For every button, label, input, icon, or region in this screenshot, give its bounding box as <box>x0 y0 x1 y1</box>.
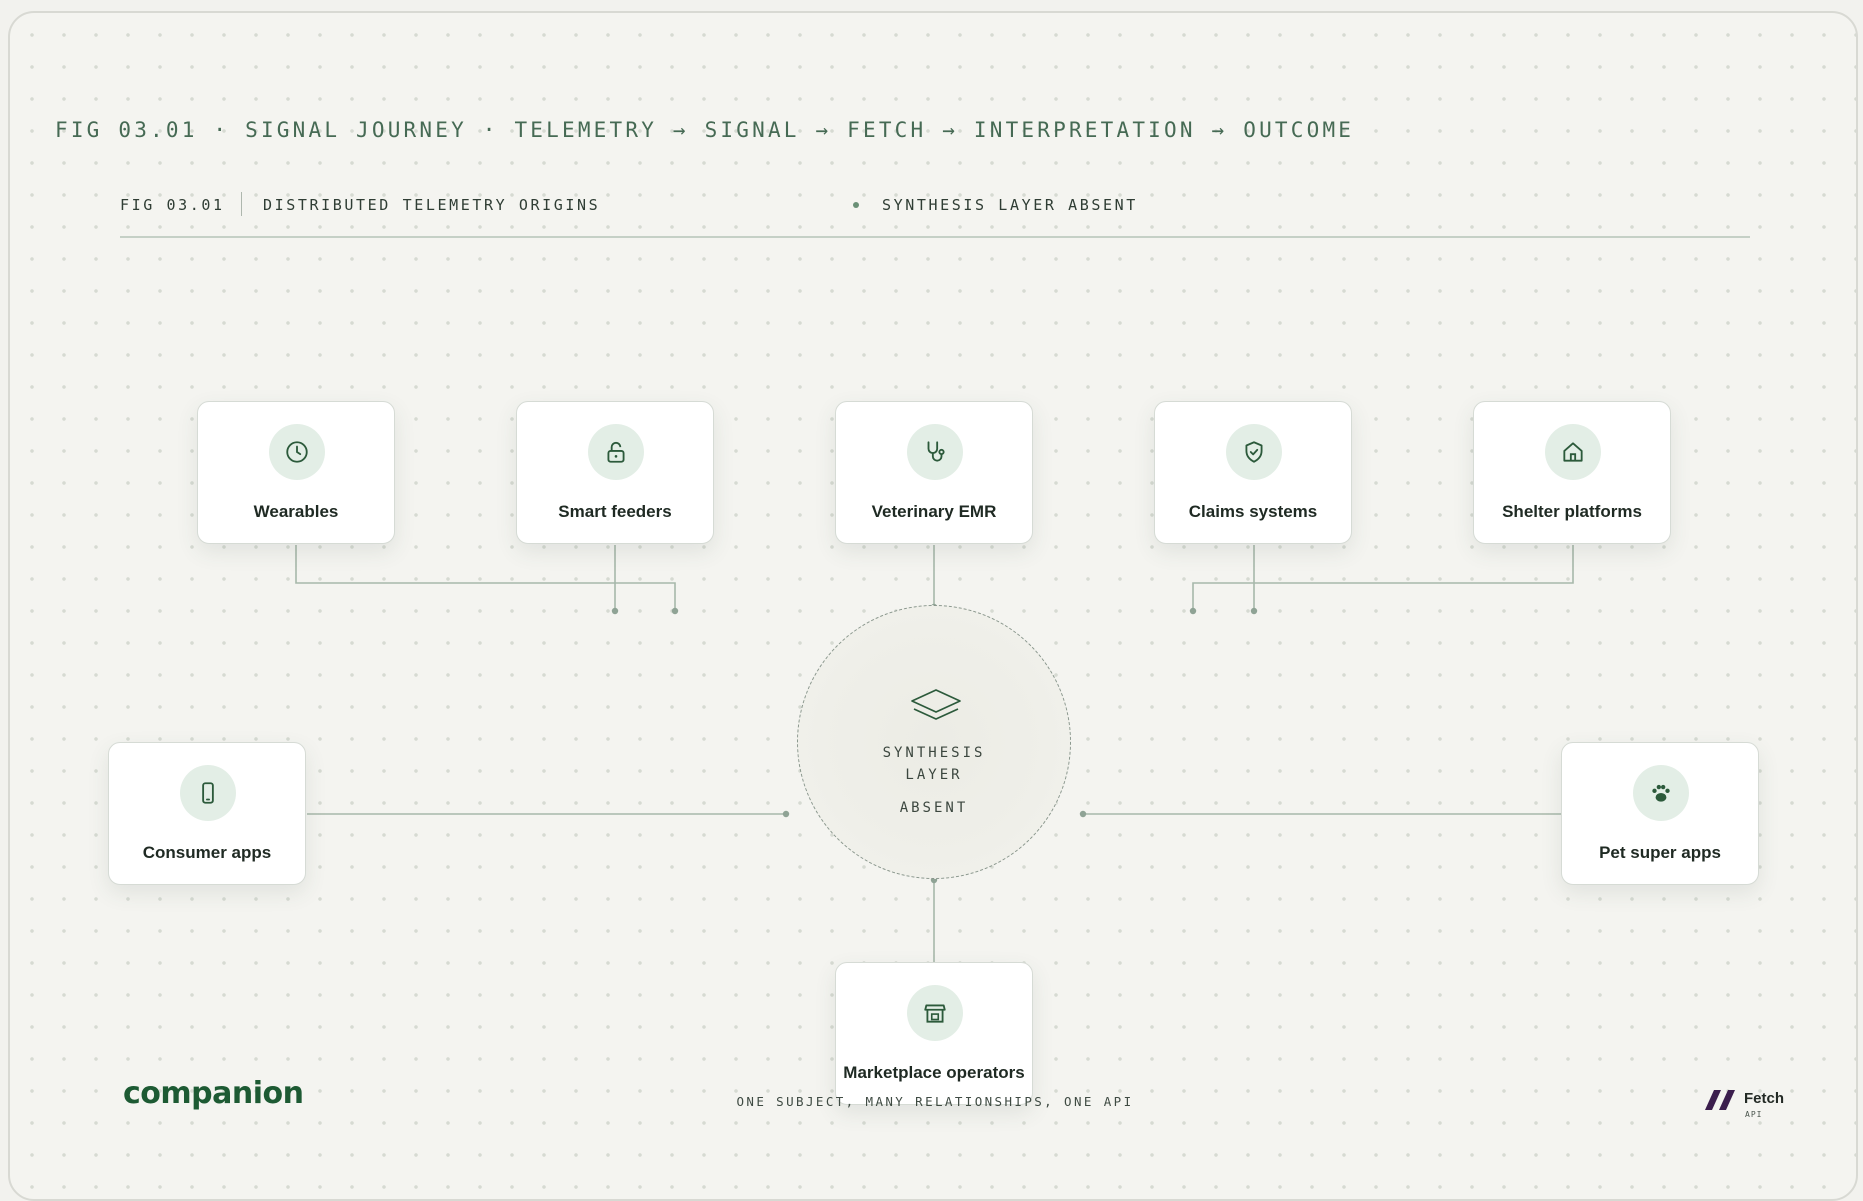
house-icon <box>1563 442 1583 462</box>
connector-wearables <box>295 545 676 611</box>
fetch-name: Fetch <box>1744 1090 1785 1107</box>
endpoint-dot <box>611 607 619 615</box>
fetch-sub: API <box>1745 1110 1763 1119</box>
node-marketplace-operators[interactable]: Marketplace operators <box>835 962 1033 1105</box>
node-label: Claims systems <box>1188 502 1318 521</box>
endpoint-dot <box>1250 607 1258 615</box>
layers-icon <box>911 689 961 720</box>
shield-check-icon <box>1245 441 1263 463</box>
node-label: Smart feeders <box>558 502 672 521</box>
storefront-icon <box>924 1004 946 1023</box>
node-label: Wearables <box>253 502 339 521</box>
footer-tagline: ONE SUBJECT, MANY RELATIONSHIPS, ONE API <box>736 1094 1134 1109</box>
clock-icon <box>286 441 308 463</box>
node-claims-systems[interactable]: Claims systems <box>1154 401 1352 544</box>
smartphone-icon <box>202 782 214 804</box>
hub-label-line1: SYNTHESIS <box>882 745 986 761</box>
hub-label-line3: ABSENT <box>899 800 969 816</box>
node-shelter-platforms[interactable]: Shelter platforms <box>1473 401 1671 544</box>
hub-label-line2: LAYER <box>905 767 963 783</box>
connector-shelter-platforms <box>1192 545 1574 611</box>
endpoint-dot <box>1189 607 1197 615</box>
node-pet-super-apps[interactable]: Pet super apps <box>1561 742 1759 885</box>
paw-icon <box>1652 784 1670 802</box>
synthesis-hub: SYNTHESIS LAYER ABSENT <box>797 605 1071 879</box>
node-label: Shelter platforms <box>1502 502 1642 521</box>
node-label: Consumer apps <box>142 843 272 862</box>
node-smart-feeders[interactable]: Smart feeders <box>516 401 714 544</box>
slash-mark-icon <box>1705 1090 1735 1110</box>
endpoint-dot <box>671 607 679 615</box>
node-wearables[interactable]: Wearables <box>197 401 395 544</box>
node-consumer-apps[interactable]: Consumer apps <box>108 742 306 885</box>
node-label: Veterinary EMR <box>871 502 997 521</box>
node-veterinary-emr[interactable]: Veterinary EMR <box>835 401 1033 544</box>
stethoscope-icon <box>927 441 945 462</box>
lock-open-icon <box>607 441 625 463</box>
endpoint-dot <box>782 810 790 818</box>
node-label: Marketplace operators <box>843 1063 1025 1082</box>
endpoint-dot <box>1079 810 1087 818</box>
node-label: Pet super apps <box>1599 843 1721 862</box>
